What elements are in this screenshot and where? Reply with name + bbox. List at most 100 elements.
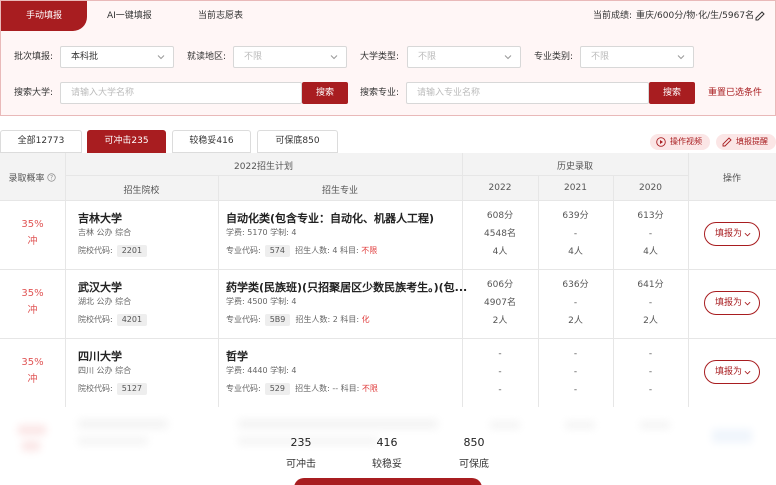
uni-type-value: 不限 — [418, 52, 437, 62]
bottom-action-button[interactable] — [294, 478, 482, 485]
major-name[interactable]: 哲学 — [226, 348, 248, 364]
major-cat-select[interactable]: 不限 — [580, 46, 694, 68]
year-2020-header: 2020 — [639, 183, 662, 193]
hist-score: 639分 — [562, 211, 589, 221]
major-cat-value: 不限 — [591, 52, 610, 62]
university-name[interactable]: 吉林大学 — [78, 210, 122, 226]
mcode-badge: 529 — [264, 383, 290, 395]
fill-as-button[interactable]: 填报为 — [704, 222, 760, 246]
history-2022: 606分 4907名 2人 — [462, 276, 538, 330]
batch-select[interactable]: 本科批 — [60, 46, 174, 68]
history-2020: - - - — [613, 345, 688, 399]
search-major-input[interactable]: 请输入专业名称 — [406, 82, 649, 104]
prob-tag: 冲 — [27, 305, 38, 316]
major-name[interactable]: 药学类(民族班)(只招聚居区少数民族考生。)(包... — [226, 279, 467, 295]
hist-count: 4人 — [643, 247, 658, 257]
score-label: 当前成绩: — [593, 11, 633, 21]
table-row[interactable]: 35% 冲 吉林大学 吉林 公办 综合 院校代码: 2201 自动化类(包含专业：… — [0, 200, 776, 269]
hist-rank: 4548名 — [484, 229, 516, 239]
fill-as-button[interactable]: 填报为 — [704, 360, 760, 384]
hist-count: 4人 — [492, 247, 508, 257]
admission-prob: 35% — [21, 219, 44, 230]
hist-count: 2人 — [568, 316, 583, 326]
history-2022: - - - — [462, 345, 538, 399]
hist-count: - — [498, 385, 502, 395]
major-meta: 学费: 4440 学制: 4 — [226, 366, 297, 375]
prob-tag: 冲 — [27, 374, 38, 385]
edit-icon[interactable] — [755, 11, 765, 21]
university-meta: 四川 公办 综合 — [78, 366, 132, 375]
video-button[interactable]: 操作视频 — [650, 134, 710, 150]
chevron-down-icon — [504, 55, 512, 60]
help-icon[interactable]: ? — [47, 173, 57, 182]
table-row[interactable]: 35% 冲 武汉大学 湖北 公办 综合 院校代码: 4201 药学类(民族班)(只… — [0, 269, 776, 338]
region-select[interactable]: 不限 — [233, 46, 347, 68]
prob-header-label: 录取概率 — [8, 174, 45, 184]
major-name[interactable]: 自动化类(包含专业：自动化、机器人工程) — [226, 210, 434, 226]
table-row[interactable]: 35% 冲 四川大学 四川 公办 综合 院校代码: 5127 哲学 学费: 444… — [0, 338, 776, 407]
tips-button[interactable]: 填报提醒 — [716, 134, 776, 150]
tab-all[interactable]: 全部12773 — [0, 130, 82, 153]
mcode-label: 专业代码: — [226, 384, 261, 393]
plan-info: 招生人数: -- 科目: — [295, 384, 360, 393]
university-code: 院校代码: 2201 — [78, 245, 148, 257]
chevron-down-icon — [744, 370, 751, 375]
hist-count: - — [573, 385, 578, 395]
major-meta: 学费: 5170 学制: 4 — [226, 228, 297, 237]
chevron-down-icon — [677, 55, 685, 60]
batch-label: 批次填报: — [14, 52, 54, 62]
chevron-down-icon — [744, 301, 751, 306]
hist-count: - — [648, 385, 653, 395]
chevron-down-icon — [157, 55, 165, 60]
fill-as-button[interactable]: 填报为 — [704, 291, 760, 315]
code-label: 院校代码: — [78, 246, 113, 255]
stat-reach-label: 可冲击 — [286, 459, 316, 470]
mcode-label: 专业代码: — [226, 246, 261, 255]
tab-safe[interactable]: 可保底850 — [257, 130, 338, 153]
chevron-down-icon — [744, 232, 751, 237]
tab-stable[interactable]: 较稳妥416 — [172, 130, 251, 153]
hist-score: - — [573, 349, 578, 359]
major-header: 招生专业 — [321, 186, 358, 196]
header-divider — [65, 175, 688, 176]
hist-count: 4人 — [568, 247, 583, 257]
hist-rank: - — [573, 229, 578, 239]
history-2021: - - - — [538, 345, 613, 399]
search-major-button[interactable]: 搜索 — [649, 82, 695, 104]
code-badge: 5127 — [116, 383, 148, 395]
stat-reach-count: 235 — [290, 436, 312, 449]
search-uni-button[interactable]: 搜索 — [302, 82, 348, 104]
subject-req: 不限 — [361, 384, 378, 393]
hist-count: 2人 — [492, 316, 508, 326]
mcode-label: 专业代码: — [226, 315, 261, 324]
major-code: 专业代码: 5B9 招生人数: 2 科目: 化 — [226, 314, 370, 326]
reset-filters-link[interactable]: 重置已选条件 — [708, 82, 762, 104]
school-header: 招生院校 — [123, 186, 160, 196]
tab-reach[interactable]: 可冲击235 — [87, 130, 166, 153]
plan-header: 2022招生计划 — [234, 162, 293, 172]
uni-type-select[interactable]: 不限 — [407, 46, 521, 68]
major-code: 专业代码: 574 招生人数: 4 科目: 不限 — [226, 245, 377, 257]
hist-score: 636分 — [562, 280, 589, 290]
hist-rank: - — [648, 298, 653, 308]
admission-prob: 35% — [21, 288, 44, 299]
action-header: 操作 — [722, 174, 741, 184]
tab-ai-fill[interactable]: AI一键填报 — [107, 1, 152, 31]
tab-manual-fill[interactable]: 手动填报 — [1, 1, 87, 31]
major-meta: 学费: 4500 学制: 4 — [226, 297, 297, 306]
university-name[interactable]: 四川大学 — [78, 348, 122, 364]
history-2020: 641分 - 2人 — [613, 276, 688, 330]
tab-current-list[interactable]: 当前志愿表 — [198, 1, 243, 31]
year-2021-header: 2021 — [564, 183, 587, 193]
code-label: 院校代码: — [78, 315, 113, 324]
major-code: 专业代码: 529 招生人数: -- 科目: 不限 — [226, 383, 378, 395]
plan-info: 招生人数: 2 科目: — [295, 315, 360, 324]
hist-rank: - — [648, 367, 653, 377]
hist-score: 608分 — [486, 211, 514, 221]
mode-tabbar: 手动填报 AI一键填报 当前志愿表 当前成绩: 重庆/600分/物·化/生/59… — [1, 1, 775, 31]
university-meta: 吉林 公办 综合 — [78, 228, 132, 237]
plan-info: 招生人数: 4 科目: — [295, 246, 359, 255]
stat-safe-count: 850 — [463, 436, 485, 449]
search-uni-input[interactable]: 请输入大学名称 — [60, 82, 302, 104]
university-name[interactable]: 武汉大学 — [78, 279, 122, 295]
